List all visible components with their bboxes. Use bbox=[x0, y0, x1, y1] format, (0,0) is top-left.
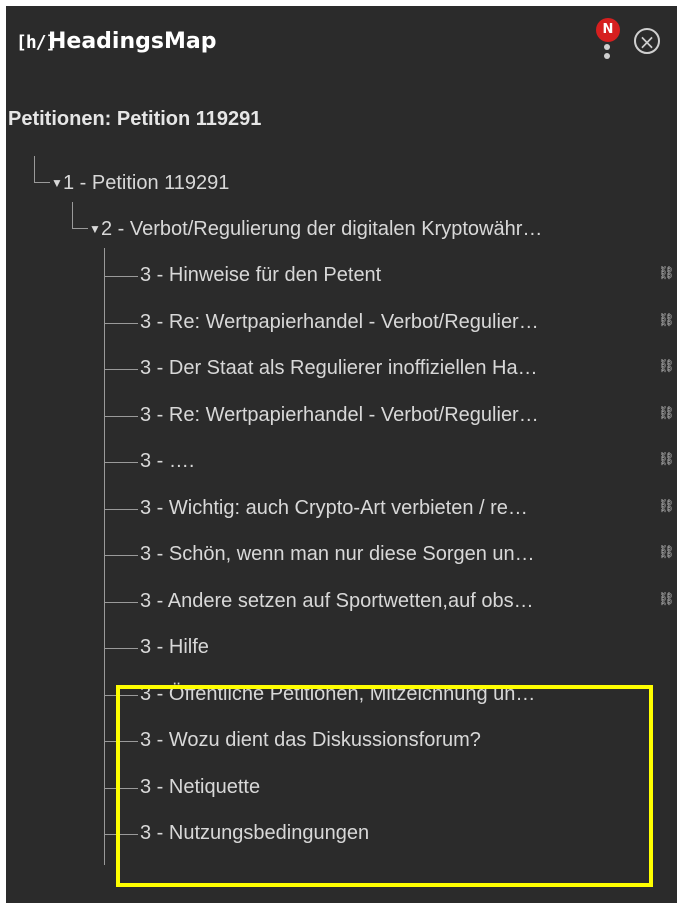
heading-h3-item[interactable]: 3 - Netiquette bbox=[140, 773, 650, 801]
heading-h3-item[interactable]: 3 - …. bbox=[140, 447, 650, 475]
link-icon[interactable]: ⛓ bbox=[658, 453, 675, 467]
tree-connector bbox=[104, 695, 138, 696]
heading-h3-item[interactable]: 3 - Hilfe bbox=[140, 633, 650, 661]
link-icon[interactable]: ⛓ bbox=[658, 500, 675, 514]
tree-connector bbox=[104, 323, 138, 324]
heading-h3-item[interactable]: 3 - Schön, wenn man nur diese Sorgen un… bbox=[140, 540, 650, 568]
tree-connector bbox=[104, 602, 138, 603]
collapse-triangle-icon[interactable]: ▼ bbox=[51, 176, 63, 190]
tree-connector bbox=[104, 369, 138, 370]
tree-connector bbox=[104, 276, 138, 277]
tree-connector bbox=[104, 741, 138, 742]
link-icon[interactable]: ⛓ bbox=[658, 360, 675, 374]
link-icon[interactable]: ⛓ bbox=[658, 407, 675, 421]
collapse-triangle-icon[interactable]: ▼ bbox=[89, 222, 101, 236]
heading-h3-item[interactable]: 3 - Wozu dient das Diskussionsforum? bbox=[140, 726, 650, 754]
link-icon[interactable]: ⛓ bbox=[658, 593, 675, 607]
heading-h3-item[interactable]: 3 - Hinweise für den Petent bbox=[140, 261, 650, 289]
heading-h3-item[interactable]: 3 - Re: Wertpapierhandel - Verbot/Reguli… bbox=[140, 401, 650, 429]
heading-h3-item[interactable]: 3 - Re: Wertpapierhandel - Verbot/Reguli… bbox=[140, 308, 650, 336]
tree-connector bbox=[104, 509, 138, 510]
tree-connector bbox=[104, 834, 138, 835]
heading-h3-item[interactable]: 3 - Der Staat als Regulierer inoffiziell… bbox=[140, 354, 650, 382]
headings-tree: ▼ 1 - Petition 119291 ▼ 2 - Verbot/Regul… bbox=[6, 6, 677, 903]
tree-connector bbox=[104, 416, 138, 417]
tree-connector bbox=[104, 788, 138, 789]
tree-connector bbox=[104, 648, 138, 649]
link-icon[interactable]: ⛓ bbox=[658, 546, 675, 560]
heading-h3-item[interactable]: 3 - Wichtig: auch Crypto-Art verbieten /… bbox=[140, 494, 650, 522]
heading-h1[interactable]: 1 - Petition 119291 bbox=[63, 169, 363, 197]
link-icon[interactable]: ⛓ bbox=[658, 314, 675, 328]
link-icon[interactable]: ⛓ bbox=[658, 267, 675, 281]
heading-h3-item[interactable]: 3 - Nutzungsbedingungen bbox=[140, 819, 650, 847]
heading-h3-item[interactable]: 3 - Öffentliche Petitionen, Mitzeichnung… bbox=[140, 680, 650, 708]
heading-h3-item[interactable]: 3 - Andere setzen auf Sportwetten,auf ob… bbox=[140, 587, 650, 615]
headingsmap-panel: [h/] HeadingsMap N × Petitionen: Petitio… bbox=[6, 6, 677, 903]
tree-connector bbox=[104, 462, 138, 463]
tree-connector bbox=[104, 555, 138, 556]
heading-h2[interactable]: 2 - Verbot/Regulierung der digitalen Kry… bbox=[101, 215, 675, 243]
